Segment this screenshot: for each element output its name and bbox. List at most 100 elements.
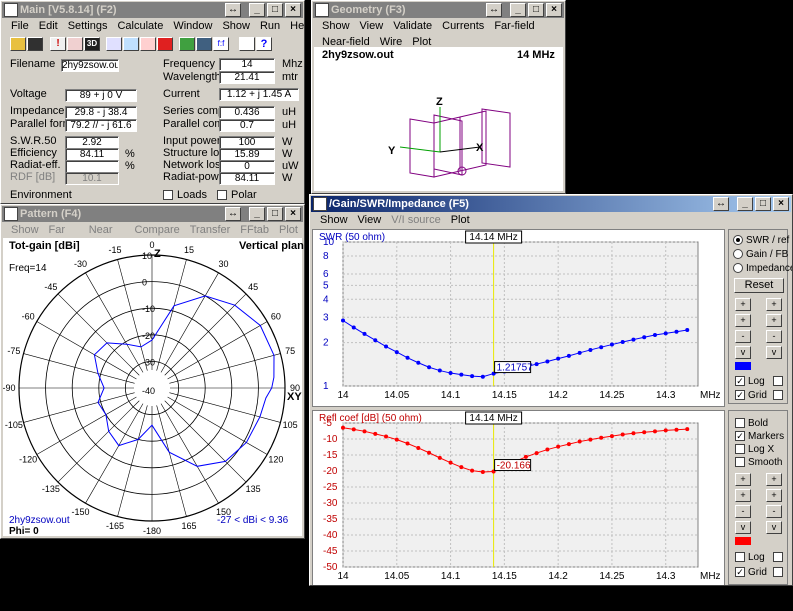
- swr-chart-panel[interactable]: 14 14.05 14.1 14.15 14.2 14.25 14.3 1 2 3 4 5 6 8 10 MH…: [312, 229, 725, 407]
- open-file-icon[interactable]: [10, 37, 26, 51]
- minimize-button[interactable]: _: [249, 3, 265, 17]
- refl-up-plus-button[interactable]: +: [735, 473, 751, 486]
- gain-menu-view[interactable]: View: [353, 212, 387, 228]
- refl-minus-button-2[interactable]: -: [766, 505, 782, 518]
- ff-icon[interactable]: f:f: [213, 37, 229, 51]
- swr-down-button[interactable]: v: [735, 346, 751, 359]
- pat-menu-fftab[interactable]: FFtab: [235, 222, 274, 238]
- target-icon[interactable]: [140, 37, 156, 51]
- menu-calculate[interactable]: Calculate: [112, 18, 168, 34]
- frequency-field[interactable]: 14: [219, 58, 275, 71]
- refl-up-plus-button-2[interactable]: +: [766, 473, 782, 486]
- pattern-titlebar[interactable]: Pattern (F4) ↔ _ □ ×: [2, 206, 303, 222]
- refl-plus-button-2[interactable]: +: [766, 489, 782, 502]
- swr-grid-checkbox-2[interactable]: [773, 390, 783, 400]
- refl-log-checkbox-2[interactable]: [773, 552, 783, 562]
- geo-menu-show[interactable]: Show: [317, 18, 355, 34]
- gain-minimize-button[interactable]: _: [737, 197, 753, 211]
- geo-menu-view[interactable]: View: [355, 18, 389, 34]
- swr-log-checkbox-2[interactable]: [773, 376, 783, 386]
- geo-menu-farfield[interactable]: Far-field: [489, 18, 539, 34]
- main-titlebar[interactable]: Main [V5.8.14] (F2) ↔ _ □ ×: [2, 2, 303, 18]
- gain-menu-show[interactable]: Show: [315, 212, 353, 228]
- gain-titlebar[interactable]: /Gain/SWR/Impedance (F5) ↔ _ □ ×: [311, 196, 791, 212]
- pat-menu-plot[interactable]: Plot: [274, 222, 303, 238]
- swr-log-checkbox[interactable]: ✓: [735, 376, 745, 386]
- menu-edit[interactable]: Edit: [34, 18, 63, 34]
- 3d-icon[interactable]: 3D: [84, 37, 100, 51]
- pat-menu-farfield[interactable]: Far field: [44, 222, 84, 250]
- refl-down-button-2[interactable]: v: [766, 521, 782, 534]
- maximize-button[interactable]: □: [267, 3, 283, 17]
- swr-minus-button-2[interactable]: -: [766, 330, 782, 343]
- refl-minus-button[interactable]: -: [735, 505, 751, 518]
- pattern-minimize-button[interactable]: _: [249, 207, 265, 221]
- refl-grid-checkbox-2[interactable]: [773, 567, 783, 577]
- logx-checkbox[interactable]: [735, 444, 745, 454]
- gain-close-button[interactable]: ×: [773, 197, 789, 211]
- loads-checkbox[interactable]: [163, 190, 173, 200]
- table-icon[interactable]: [196, 37, 212, 51]
- swr-plus-button[interactable]: +: [735, 314, 751, 327]
- pattern-maximize-button[interactable]: □: [267, 207, 283, 221]
- geometry-maximize-button[interactable]: □: [528, 3, 544, 17]
- reset-button[interactable]: Reset: [734, 278, 784, 293]
- impedance-radio[interactable]: [733, 263, 743, 273]
- stop-icon[interactable]: [157, 37, 173, 51]
- swr-icon[interactable]: [123, 37, 139, 51]
- pat-menu-show[interactable]: Show: [6, 222, 44, 238]
- bold-checkbox[interactable]: [735, 418, 745, 428]
- refl-plus-button[interactable]: +: [735, 489, 751, 502]
- pattern-icon[interactable]: [106, 37, 122, 51]
- pattern-canvas[interactable]: 10 0 -10 -20 -30 -40 0 15 30 45 60 75 90 105 120 135 150…: [2, 238, 304, 537]
- refl-down-button[interactable]: v: [735, 521, 751, 534]
- pat-menu-nearfield[interactable]: Near field: [84, 222, 130, 250]
- gain-restore-button[interactable]: ↔: [713, 197, 729, 211]
- swr-radio[interactable]: [733, 235, 743, 245]
- swr-up-plus-button-2[interactable]: +: [766, 298, 782, 311]
- antenna-icon[interactable]: !: [50, 37, 66, 51]
- pattern-restore-button[interactable]: ↔: [225, 207, 241, 221]
- gain-menu-plot[interactable]: Plot: [446, 212, 475, 228]
- menu-help[interactable]: Help: [285, 18, 304, 34]
- geometry-titlebar[interactable]: Geometry (F3) ↔ _ □ ×: [313, 2, 564, 18]
- menu-settings[interactable]: Settings: [63, 18, 113, 34]
- refl-color-swatch[interactable]: [735, 537, 751, 545]
- geometry-restore-button[interactable]: ↔: [486, 3, 502, 17]
- gain-menu-visource[interactable]: V/I source: [386, 212, 446, 228]
- pattern-close-button[interactable]: ×: [285, 207, 301, 221]
- help-icon[interactable]: ?: [256, 37, 272, 51]
- menu-file[interactable]: File: [6, 18, 34, 34]
- swr-minus-button[interactable]: -: [735, 330, 751, 343]
- geo-menu-validate[interactable]: Validate: [388, 18, 437, 34]
- swr-up-plus-button[interactable]: +: [735, 298, 751, 311]
- swr-grid-checkbox[interactable]: ✓: [735, 390, 745, 400]
- refl-log-checkbox[interactable]: [735, 552, 745, 562]
- geometry-icon[interactable]: [67, 37, 83, 51]
- polar-checkbox[interactable]: [217, 190, 227, 200]
- calculator-icon[interactable]: [179, 37, 195, 51]
- swr-ytick-2: 3: [323, 312, 329, 323]
- save-icon[interactable]: [27, 37, 43, 51]
- geo-menu-currents[interactable]: Currents: [437, 18, 489, 34]
- markers-checkbox[interactable]: ✓: [735, 431, 745, 441]
- pat-menu-compare[interactable]: Compare: [130, 222, 185, 238]
- gain-maximize-button[interactable]: □: [755, 197, 771, 211]
- swr-down-button-2[interactable]: v: [766, 346, 782, 359]
- refl-chart-panel[interactable]: 14 14.05 14.1 14.15 14.2 14.25 14.3 -5 -10 -15 -20…: [312, 410, 725, 585]
- close-button[interactable]: ×: [285, 3, 301, 17]
- geometry-minimize-button[interactable]: _: [510, 3, 526, 17]
- gain-radio[interactable]: [733, 249, 743, 259]
- geometry-close-button[interactable]: ×: [546, 3, 562, 17]
- smooth-checkbox[interactable]: [735, 457, 745, 467]
- swr-plus-button-2[interactable]: +: [766, 314, 782, 327]
- swr-color-swatch[interactable]: [735, 362, 751, 370]
- refl-grid-checkbox[interactable]: ✓: [735, 567, 745, 577]
- menu-window[interactable]: Window: [168, 18, 217, 34]
- menu-run[interactable]: Run: [255, 18, 285, 34]
- menu-show[interactable]: Show: [217, 18, 255, 34]
- pat-menu-transfer[interactable]: Transfer: [185, 222, 236, 238]
- geometry-canvas[interactable]: 2hy9zsow.out 14 MHz Z Y X: [314, 47, 563, 191]
- book-icon[interactable]: [239, 37, 255, 51]
- restore-button[interactable]: ↔: [225, 3, 241, 17]
